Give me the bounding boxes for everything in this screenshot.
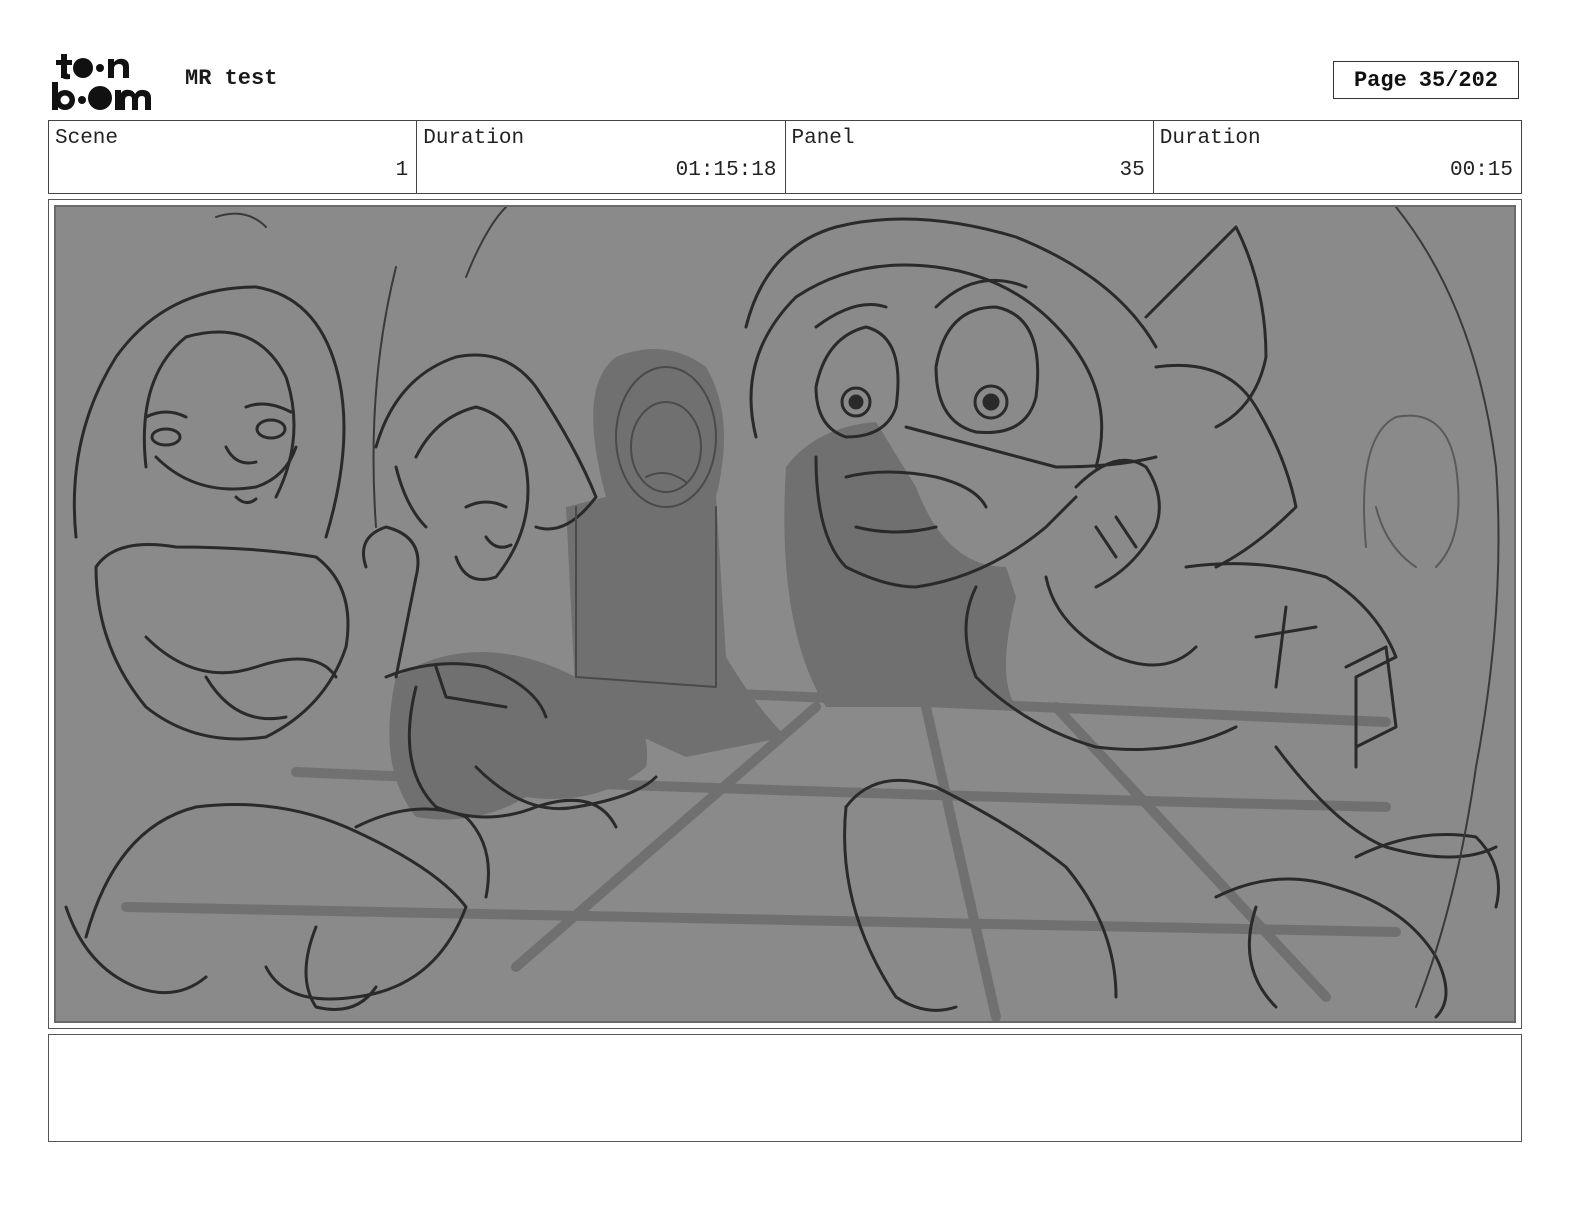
- logo-glyph: [52, 54, 151, 110]
- panel-duration-cell: Duration 00:15: [1154, 121, 1521, 193]
- character-right-background: [1363, 414, 1460, 568]
- toon-boom-logo: [50, 50, 166, 112]
- document-title: MR test: [185, 66, 278, 91]
- page-number: 35/202: [1418, 67, 1499, 93]
- scene-duration-label: Duration: [423, 127, 525, 150]
- scene-duration-value: 01:15:18: [675, 159, 777, 182]
- scene-value: 1: [395, 159, 409, 182]
- scene-duration-cell: Duration 01:15:18: [417, 121, 786, 193]
- page-indicator: Page 35/202: [1333, 61, 1519, 99]
- storyboard-panel-image: [54, 205, 1516, 1023]
- panel-cell: Panel 35: [786, 121, 1154, 193]
- page-label: Page: [1353, 67, 1407, 93]
- shadow-shapes: [389, 349, 1016, 820]
- panel-label: Panel: [791, 127, 855, 150]
- panel-duration-value: 00:15: [1449, 159, 1513, 182]
- panel-notes[interactable]: [48, 1034, 1522, 1142]
- character-left-girl: [64, 285, 490, 1011]
- sketch-drawing: [64, 207, 1500, 1021]
- panel-value: 35: [1119, 159, 1145, 182]
- scene-cell: Scene 1: [49, 121, 418, 193]
- panel-frame: [48, 199, 1522, 1029]
- scene-label: Scene: [55, 127, 119, 150]
- scene-info-table: Scene 1 Duration 01:15:18 Panel 35 Durat…: [48, 120, 1522, 194]
- panel-duration-label: Duration: [1159, 127, 1261, 150]
